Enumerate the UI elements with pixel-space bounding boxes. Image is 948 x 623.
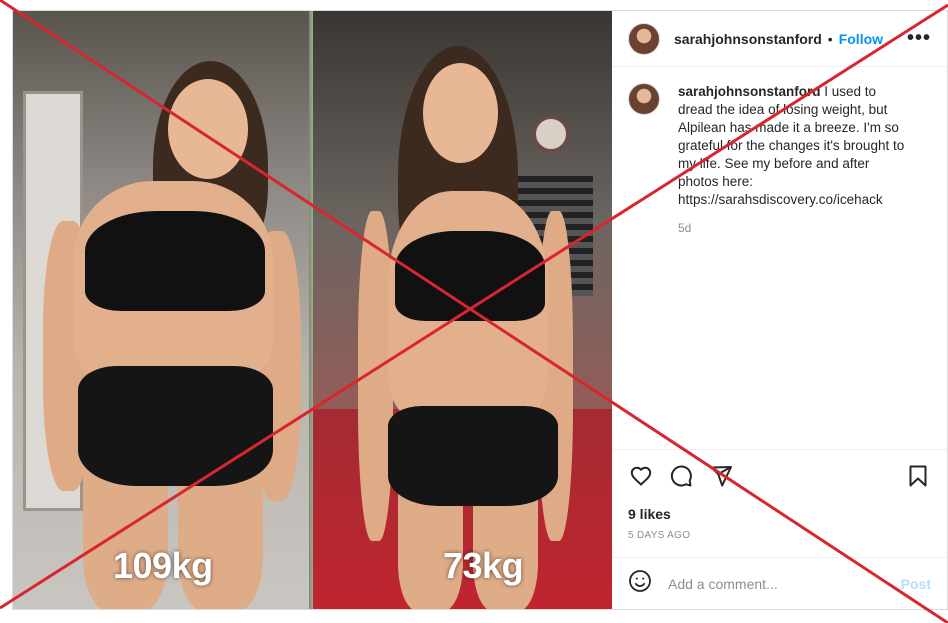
post-comment-button[interactable]: Post (901, 576, 931, 592)
post-header: sarahjohnsonstanford • Follow ••• (612, 11, 947, 67)
add-comment-bar: Post (612, 557, 947, 609)
comment-icon[interactable] (668, 463, 694, 489)
caption: sarahjohnsonstanford I used to dread the… (678, 83, 913, 237)
face (168, 79, 248, 179)
likes-count[interactable]: 9 likes (628, 506, 931, 522)
top (85, 211, 265, 311)
after-weight-label: 73kg (443, 545, 524, 586)
face (423, 63, 498, 163)
avatar[interactable] (628, 83, 660, 115)
before-weight-label: 109kg (113, 545, 213, 586)
follow-button[interactable]: Follow (839, 31, 883, 47)
top (395, 231, 545, 321)
caption-row: sarahjohnsonstanford I used to dread the… (628, 83, 931, 237)
avatar[interactable] (628, 22, 660, 55)
caption-timestamp[interactable]: 5d (678, 219, 913, 237)
after-photo: 73kg (313, 11, 612, 609)
bottom (78, 366, 273, 486)
post-timestamp[interactable]: 5 DAYS AGO (628, 530, 931, 541)
instagram-post-frame: 109kg 73kg sarahjohnsonstanford • Follow (12, 10, 948, 610)
more-icon[interactable]: ••• (907, 27, 931, 50)
action-icons (628, 460, 931, 492)
separator-dot: • (827, 30, 833, 47)
username[interactable]: sarahjohnsonstanford (674, 31, 822, 47)
bottom (388, 406, 558, 506)
caption-text: I used to dread the idea of losing weigh… (678, 84, 905, 207)
emoji-icon[interactable] (628, 569, 652, 598)
post-sidebar: sarahjohnsonstanford • Follow ••• sarahj… (612, 11, 947, 609)
post-image[interactable]: 109kg 73kg (13, 11, 612, 609)
caption-username[interactable]: sarahjohnsonstanford (678, 84, 821, 99)
wall-clock (533, 116, 569, 152)
bookmark-icon[interactable] (905, 463, 931, 489)
comments-area: sarahjohnsonstanford I used to dread the… (612, 67, 947, 449)
comment-input[interactable] (668, 575, 901, 592)
share-icon[interactable] (708, 463, 734, 489)
before-photo: 109kg (13, 11, 313, 609)
post-actions: 9 likes 5 DAYS AGO (612, 449, 947, 541)
heart-icon[interactable] (628, 463, 654, 489)
